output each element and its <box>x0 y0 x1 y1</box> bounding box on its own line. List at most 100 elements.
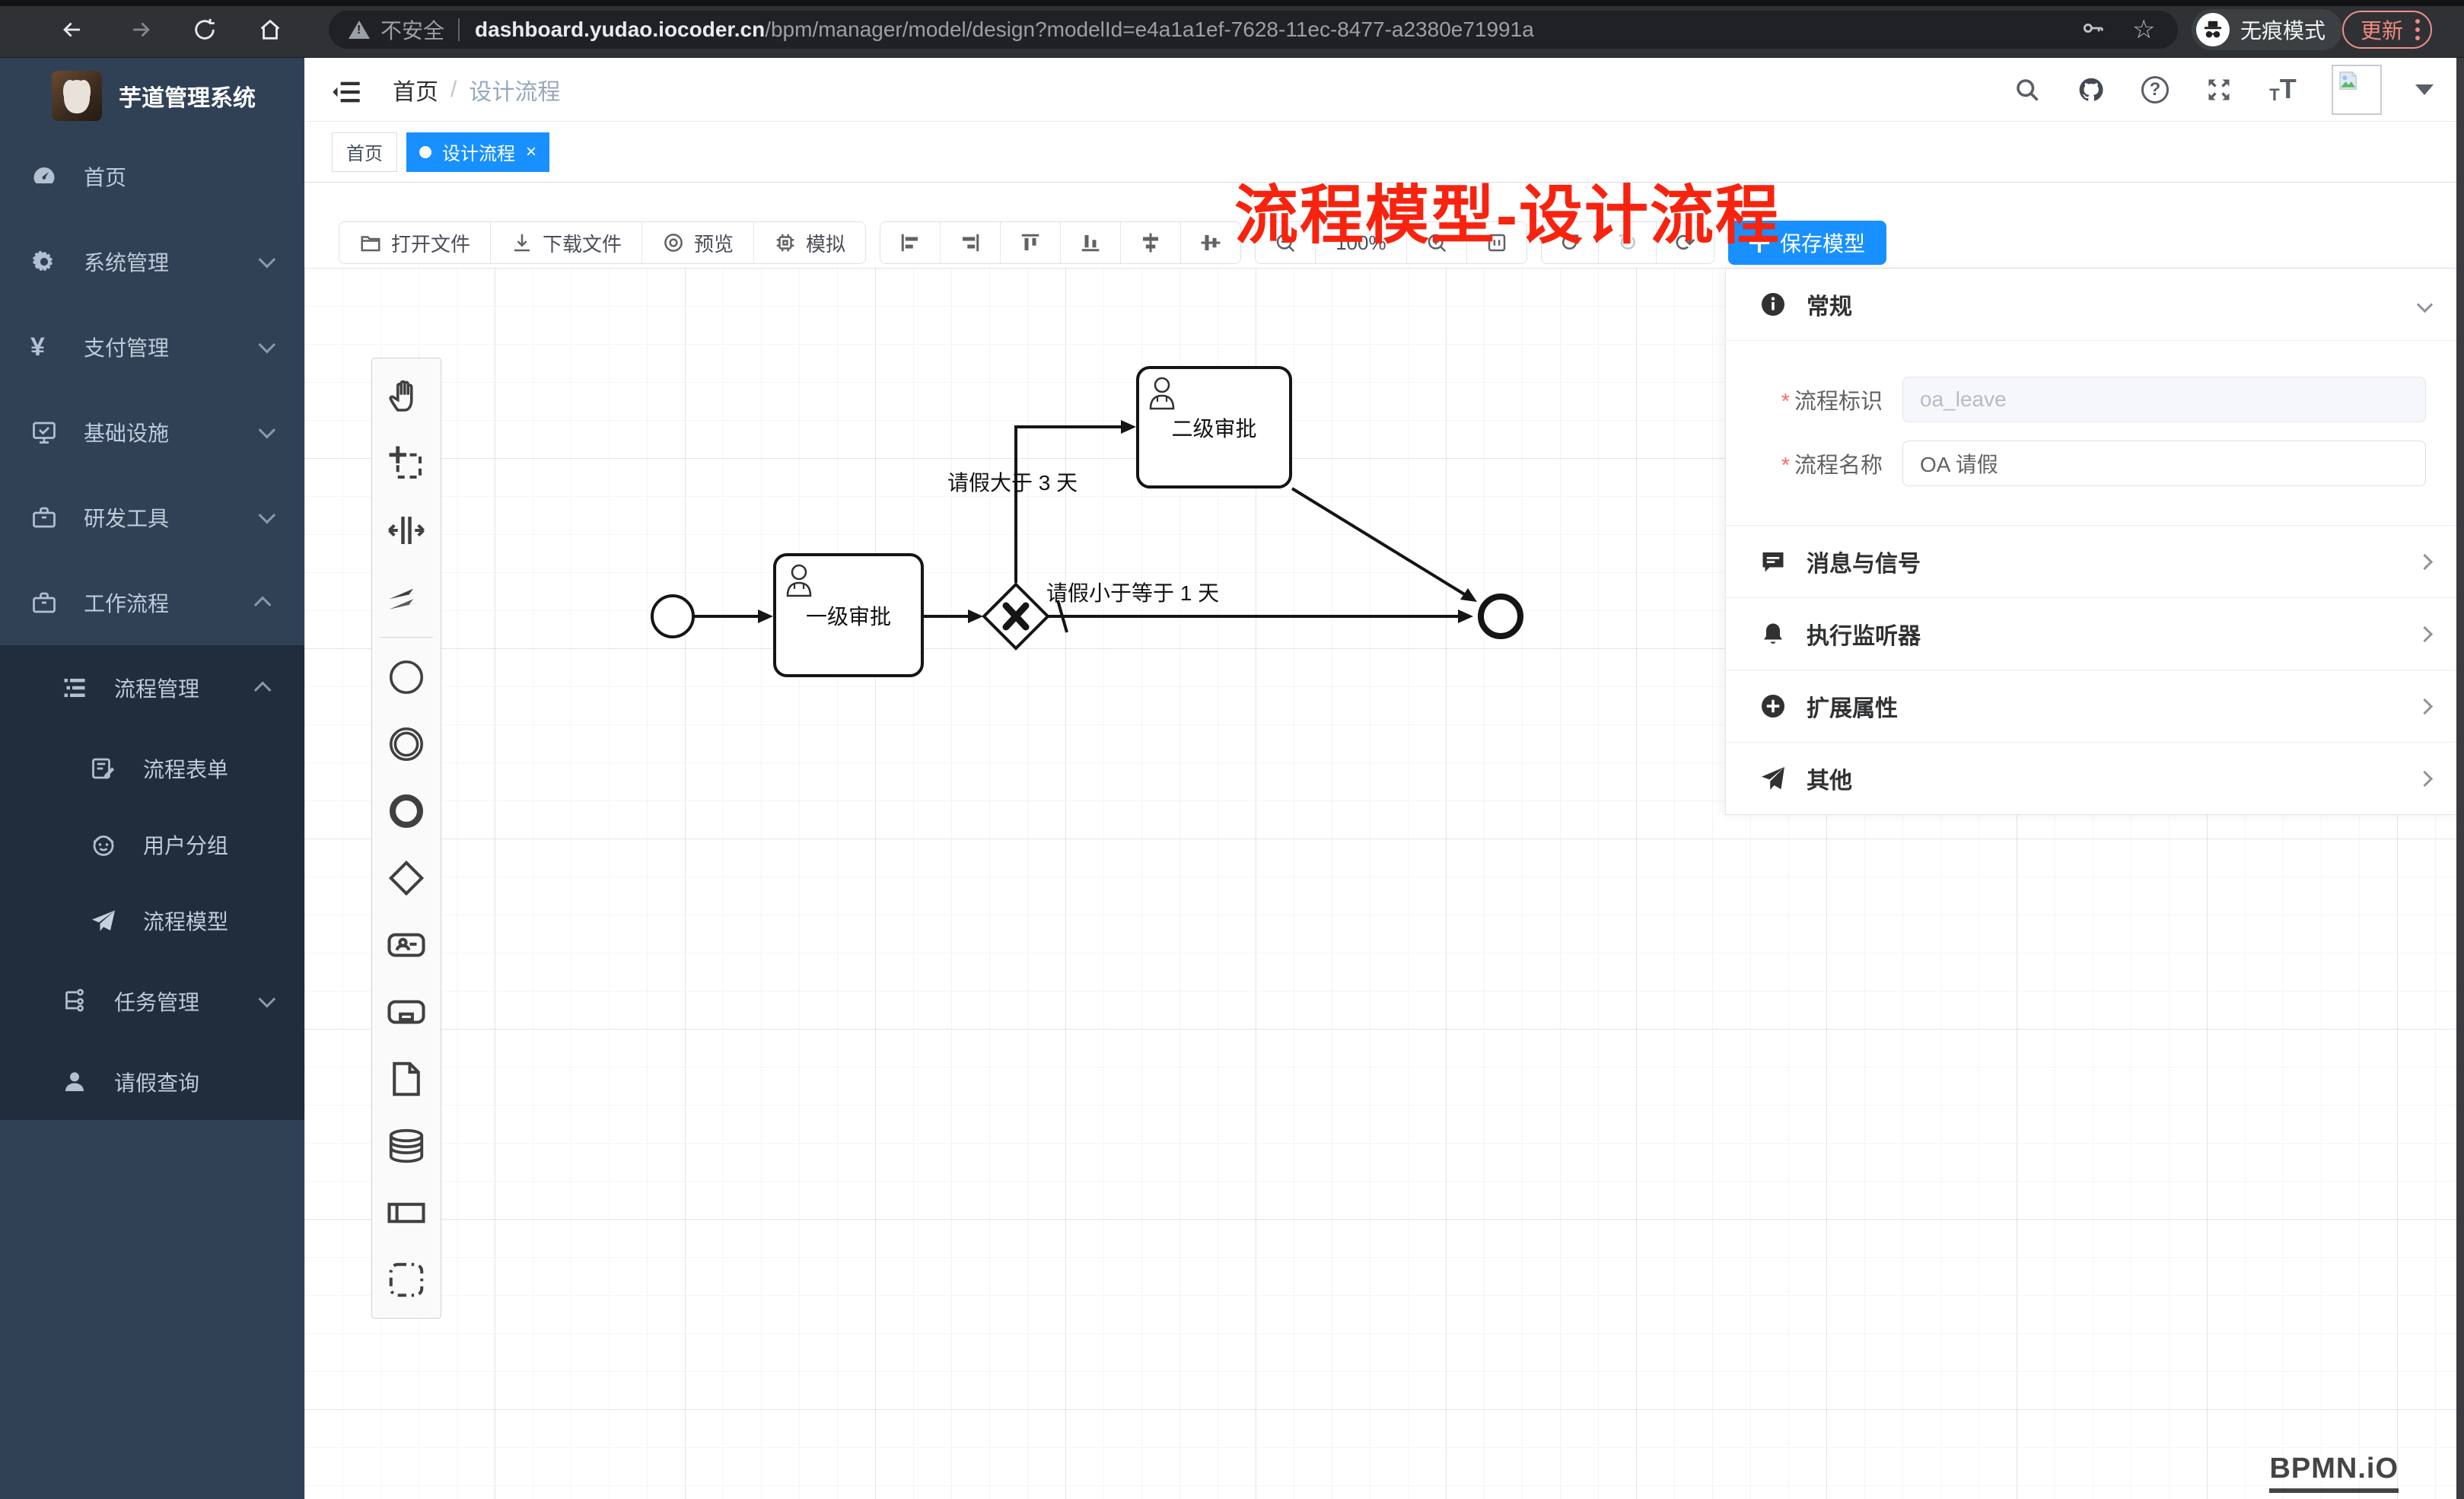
browser-home-icon[interactable] <box>257 17 283 43</box>
toolbox-icon <box>30 504 58 531</box>
bpmn-canvas[interactable]: 一级审批 二级审批 请假大于 3 天 请假小于等于 1 天 <box>304 183 2464 1499</box>
password-key-icon[interactable] <box>2080 15 2106 45</box>
sidebar-item-process-model[interactable]: 流程模型 <box>0 883 304 959</box>
zoom-in-icon <box>1425 231 1448 254</box>
section-execution-listener[interactable]: 执行监听器 <box>1726 598 2464 670</box>
breadcrumb-home[interactable]: 首页 <box>393 73 438 107</box>
create-start-event[interactable] <box>372 644 441 711</box>
undo-button[interactable]: ↺ <box>1542 222 1599 263</box>
create-intermediate-event[interactable] <box>372 711 441 778</box>
lasso-tool[interactable] <box>372 430 441 497</box>
sidebar-item-process-form[interactable]: 流程表单 <box>0 730 304 807</box>
button-label: 保存模型 <box>1780 228 1865 258</box>
section-extended-properties[interactable]: 扩展属性 <box>1726 670 2464 743</box>
start-event[interactable] <box>652 596 693 637</box>
bpmn-io-logo[interactable]: BPMN.iO <box>2269 1453 2399 1493</box>
chevron-down-icon <box>259 336 276 354</box>
security-label[interactable]: 不安全 <box>380 14 444 45</box>
tab-close-icon[interactable]: × <box>526 142 536 163</box>
hand-tool[interactable] <box>372 363 441 430</box>
sidebar-item-leave-query[interactable]: 请假查询 <box>0 1044 304 1120</box>
process-name-input[interactable] <box>1902 441 2426 486</box>
sidebar-item-label: 基础设施 <box>84 417 259 447</box>
create-subprocess[interactable] <box>372 979 441 1045</box>
bookmark-star-icon[interactable]: ☆ <box>2132 17 2158 43</box>
zoom-in-button[interactable] <box>1406 222 1466 263</box>
global-connect-tool[interactable] <box>372 564 441 631</box>
save-model-button[interactable]: 保存模型 <box>1728 221 1886 265</box>
user-task-second-approval[interactable]: 二级审批 <box>1136 366 1292 489</box>
create-user-task[interactable] <box>372 912 441 979</box>
window-top-strip <box>0 0 2464 6</box>
url-bar[interactable]: ! 不安全 dashboard.yudao.iocoder.cn/bpm/man… <box>329 11 2178 49</box>
window-scrollbar-edge[interactable] <box>2456 58 2464 1499</box>
search-icon[interactable] <box>2012 75 2042 105</box>
process-key-input[interactable] <box>1902 377 2426 422</box>
user-task-first-approval[interactable]: 一级审批 <box>773 553 924 677</box>
browser-update-button[interactable]: 更新 <box>2342 11 2432 49</box>
update-label[interactable]: 更新 <box>2361 14 2403 45</box>
browser-forward-icon[interactable] <box>128 17 154 43</box>
sidebar-item-workflow[interactable]: 工作流程 <box>0 560 304 645</box>
section-other[interactable]: 其他 <box>1726 743 2464 815</box>
flow-condition-label[interactable]: 请假小于等于 1 天 <box>1046 577 1219 607</box>
tab-design-process[interactable]: 设计流程 × <box>406 132 549 172</box>
help-icon[interactable] <box>2140 75 2170 105</box>
fullscreen-icon[interactable] <box>2204 75 2234 105</box>
avatar-dropdown-caret[interactable] <box>2415 84 2434 95</box>
sidebar: 芋道管理系统 首页 系统管理 支付管理 基 <box>0 58 304 1499</box>
align-center-horizontal-button[interactable] <box>1180 222 1240 263</box>
sidebar-item-process-mgmt[interactable]: 流程管理 <box>0 645 304 730</box>
align-right-button[interactable] <box>940 222 1000 263</box>
sidebar-logo-row[interactable]: 芋道管理系统 <box>0 58 304 134</box>
sidebar-item-task-mgmt[interactable]: 任务管理 <box>0 959 304 1044</box>
browser-back-icon[interactable] <box>59 17 85 43</box>
align-top-button[interactable] <box>1000 222 1060 263</box>
align-center-vertical-button[interactable] <box>1120 222 1180 263</box>
incognito-badge: 无痕模式 <box>2192 9 2342 50</box>
browser-reload-icon[interactable] <box>192 17 218 43</box>
sidebar-item-user-group[interactable]: 用户分组 <box>0 807 304 883</box>
create-end-event[interactable] <box>372 778 441 845</box>
paper-plane-icon <box>90 907 117 934</box>
download-file-button[interactable]: 下载文件 <box>490 222 641 263</box>
properties-panel: 常规 *流程标识 *流程名称 <box>1725 269 2464 815</box>
simulate-button[interactable]: 模拟 <box>753 222 865 263</box>
tab-home[interactable]: 首页 <box>332 132 397 172</box>
sidebar-item-devtools[interactable]: 研发工具 <box>0 475 304 560</box>
create-exclusive-gateway[interactable] <box>372 845 441 912</box>
sidebar-item-home[interactable]: 首页 <box>0 134 304 219</box>
zoom-level[interactable]: 100% <box>1315 222 1406 263</box>
browser-menu-icon[interactable] <box>2415 19 2420 40</box>
redo-button[interactable]: ↻ <box>1598 222 1656 263</box>
url-host: dashboard.yudao.iocoder.cn <box>475 18 765 42</box>
create-data-object[interactable] <box>372 1045 441 1112</box>
create-data-store[interactable] <box>372 1112 441 1179</box>
app-root: 芋道管理系统 首页 系统管理 支付管理 基 <box>0 58 2464 1499</box>
sidebar-item-label: 任务管理 <box>114 986 259 1017</box>
preview-button[interactable]: 预览 <box>641 222 753 263</box>
zoom-out-button[interactable] <box>1256 222 1315 263</box>
space-tool[interactable] <box>372 497 441 564</box>
open-file-button[interactable]: 打开文件 <box>339 222 490 263</box>
sidebar-fold-icon[interactable] <box>332 77 362 103</box>
chevron-right-icon <box>2417 698 2433 714</box>
end-event[interactable] <box>1481 597 1520 636</box>
font-size-icon[interactable] <box>2268 75 2298 105</box>
github-icon[interactable] <box>2076 75 2106 105</box>
sidebar-item-infrastructure[interactable]: 基础设施 <box>0 390 304 475</box>
folder-icon <box>359 231 382 254</box>
exclusive-gateway[interactable] <box>984 584 1048 648</box>
fit-viewport-button[interactable] <box>1466 222 1526 263</box>
section-message-signal[interactable]: 消息与信号 <box>1726 526 2464 598</box>
flow-condition-label[interactable]: 请假大于 3 天 <box>947 466 1078 497</box>
create-participant[interactable] <box>372 1179 441 1246</box>
section-general[interactable]: 常规 <box>1726 269 2464 341</box>
sidebar-item-payment[interactable]: 支付管理 <box>0 304 304 390</box>
align-bottom-button[interactable] <box>1060 222 1120 263</box>
align-left-button[interactable] <box>880 222 940 263</box>
restart-button[interactable]: ⟳ <box>1656 222 1714 263</box>
create-group[interactable] <box>372 1246 441 1313</box>
sidebar-item-system[interactable]: 系统管理 <box>0 219 304 304</box>
avatar[interactable] <box>2332 65 2382 115</box>
